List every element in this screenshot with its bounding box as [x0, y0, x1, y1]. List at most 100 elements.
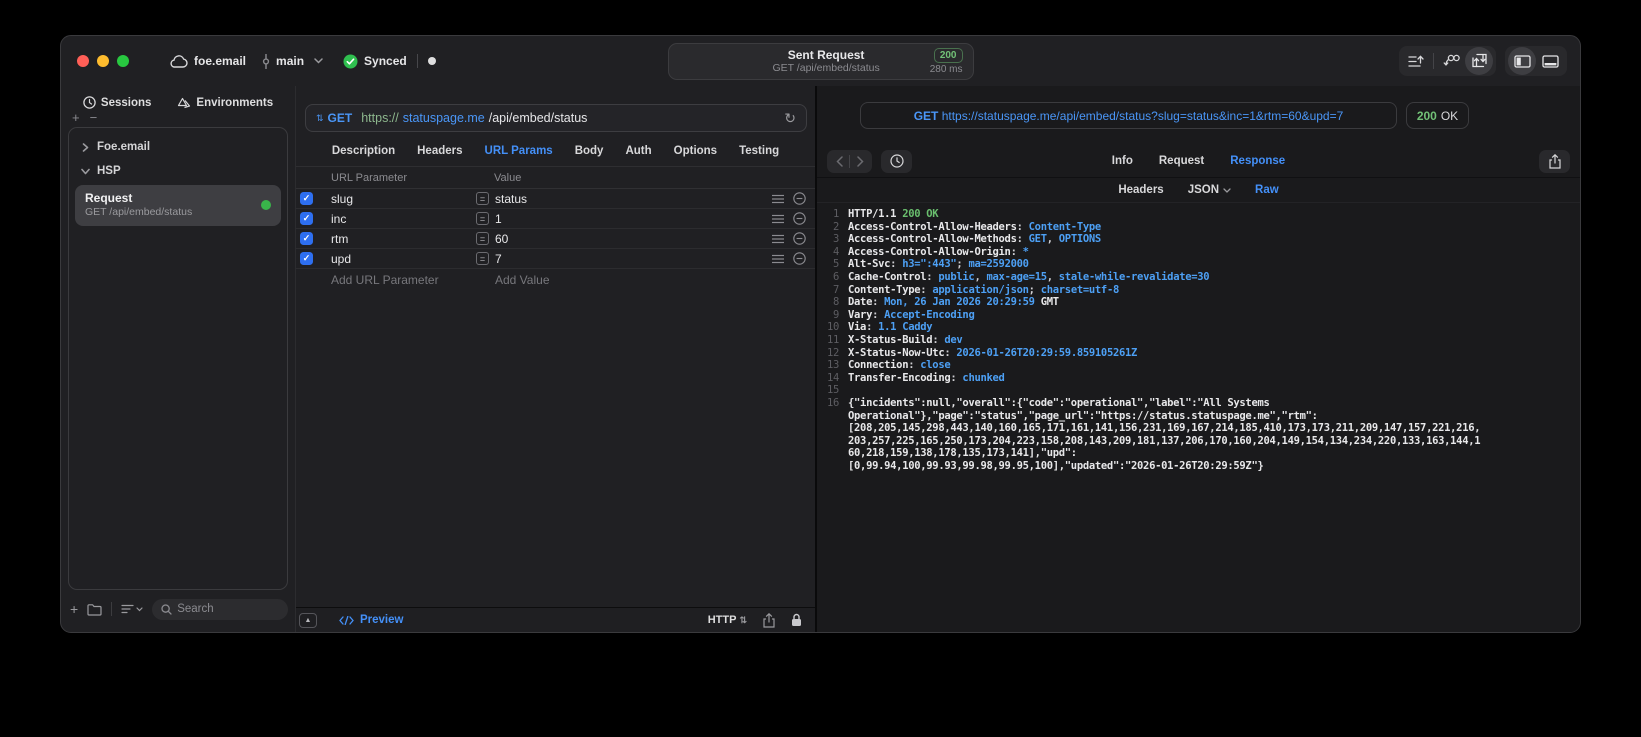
- raw-response-view[interactable]: 1 HTTP/1.1 200 OK 2 Access-Control-Allow-He…: [817, 203, 1580, 632]
- response-line: 13 Connection: close: [826, 359, 951, 372]
- response-subtab-headers[interactable]: Headers: [1118, 184, 1163, 196]
- response-line: 11 X-Status-Build: dev: [826, 333, 963, 346]
- request-tab-body[interactable]: Body: [575, 145, 604, 157]
- close-window-icon[interactable]: [77, 55, 89, 67]
- method-label: GET: [327, 111, 353, 125]
- param-remove-icon[interactable]: [793, 232, 806, 245]
- column-value: Value: [494, 171, 522, 184]
- response-line: 4 Access-Control-Allow-Origin: *: [832, 245, 1029, 258]
- response-line: [0,99.94,100,99.93,99.98,99.95,100],"upd…: [848, 459, 1264, 472]
- param-checkbox[interactable]: ✓: [300, 192, 313, 205]
- project-menu[interactable]: foe.email: [169, 54, 246, 68]
- response-line: 7 Content-Type: application/json; charset…: [832, 283, 1119, 296]
- add-request-button[interactable]: +: [72, 111, 80, 124]
- sessions-clock-icon: [83, 96, 96, 109]
- merge-branches-icon[interactable]: [1437, 47, 1465, 75]
- param-value-field[interactable]: 60: [495, 232, 772, 246]
- app-window: foe.email main Synced Sent Request GET /…: [60, 35, 1581, 633]
- export-response-icon[interactable]: [1539, 149, 1570, 173]
- toggle-left-panel-icon[interactable]: [1508, 47, 1536, 75]
- branch-icon: [262, 53, 270, 69]
- status-code-badge: 200: [933, 48, 963, 63]
- cloud-icon: [169, 54, 188, 68]
- response-tab-request[interactable]: Request: [1159, 155, 1204, 167]
- history-clock-icon[interactable]: [881, 149, 912, 173]
- param-value-field[interactable]: 7: [495, 252, 772, 266]
- param-row-inc: ✓ inc = 1: [296, 209, 815, 229]
- branch-name: main: [276, 54, 305, 68]
- sync-status[interactable]: Synced: [343, 54, 407, 69]
- param-value-field[interactable]: status: [495, 192, 772, 206]
- request-tabs: Description Headers URL Params Body Auth Opti…: [296, 145, 815, 167]
- response-panel: GET https://statuspage.me/api/embed/stat…: [815, 86, 1580, 632]
- response-line: 5 Alt-Svc: h3=":443"; ma=2592000: [832, 258, 1029, 271]
- request-tab-options[interactable]: Options: [674, 145, 717, 157]
- sort-options-icon[interactable]: [121, 604, 143, 614]
- request-tab-headers[interactable]: Headers: [417, 145, 462, 157]
- response-line: 3 Access-Control-Allow-Methods: GET, OPTI…: [832, 233, 1101, 246]
- param-checkbox[interactable]: ✓: [300, 212, 313, 225]
- minimize-window-icon[interactable]: [97, 55, 109, 67]
- history-forward-icon[interactable]: [850, 155, 870, 167]
- protocol-label: HTTP: [707, 614, 737, 626]
- add-param-row[interactable]: Add URL Parameter Add Value: [296, 269, 815, 291]
- requests-list-icon[interactable]: [1402, 47, 1430, 75]
- param-menu-icon[interactable]: [772, 214, 784, 224]
- new-item-icon[interactable]: +: [70, 602, 78, 616]
- param-menu-icon[interactable]: [772, 254, 784, 264]
- new-folder-icon[interactable]: [87, 603, 102, 616]
- expand-panel-icon[interactable]: ▲: [299, 612, 317, 628]
- sidebar-group-foe-email[interactable]: Foe.email: [73, 135, 283, 159]
- param-remove-icon[interactable]: [793, 192, 806, 205]
- sent-request-subtitle: GET /api/embed/status: [772, 62, 880, 74]
- param-value-field[interactable]: 1: [495, 212, 772, 226]
- resend-request-icon[interactable]: ↻: [784, 111, 796, 125]
- lock-icon[interactable]: [791, 613, 802, 627]
- url-bar[interactable]: ⇅ GET https://statuspage.me/api/embed/st…: [305, 104, 807, 132]
- preview-button[interactable]: Preview: [339, 614, 403, 626]
- search-input[interactable]: Search: [152, 598, 288, 620]
- param-name-field[interactable]: inc: [331, 212, 476, 226]
- traffic-lights: [77, 55, 129, 67]
- response-tab-info[interactable]: Info: [1112, 155, 1133, 167]
- toggle-bottom-panel-icon[interactable]: [1536, 47, 1564, 75]
- request-tab-testing[interactable]: Testing: [739, 145, 779, 157]
- response-status-box: 200 OK: [1406, 102, 1469, 129]
- response-line: 9 Vary: Accept-Encoding: [832, 308, 975, 321]
- project-name: foe.email: [194, 54, 247, 68]
- add-param-placeholder[interactable]: Add URL Parameter: [331, 273, 495, 287]
- response-tab-response[interactable]: Response: [1230, 155, 1285, 167]
- branch-menu[interactable]: main: [262, 53, 323, 69]
- sidebar-group-hsp[interactable]: HSP: [73, 159, 283, 183]
- request-tab-auth[interactable]: Auth: [625, 145, 651, 157]
- param-name-field[interactable]: slug: [331, 192, 476, 206]
- response-subtab-json[interactable]: JSON: [1188, 184, 1231, 196]
- sidebar-item-request[interactable]: Request GET /api/embed/status: [75, 185, 281, 226]
- remove-request-button[interactable]: −: [90, 111, 98, 124]
- history-back-icon[interactable]: [829, 155, 849, 167]
- response-subtab-raw[interactable]: Raw: [1255, 184, 1279, 196]
- param-name-field[interactable]: upd: [331, 252, 476, 266]
- param-remove-icon[interactable]: [793, 252, 806, 265]
- request-tab-description[interactable]: Description: [332, 145, 395, 157]
- response-status-text: OK: [1440, 108, 1459, 123]
- param-menu-icon[interactable]: [772, 234, 784, 244]
- tab-environments[interactable]: Environments: [177, 96, 273, 109]
- param-menu-icon[interactable]: [772, 194, 784, 204]
- success-dot-icon: [261, 200, 271, 210]
- param-checkbox[interactable]: ✓: [300, 252, 313, 265]
- share-request-icon[interactable]: [763, 612, 775, 628]
- param-checkbox[interactable]: ✓: [300, 232, 313, 245]
- sync-changes-icon[interactable]: [1465, 47, 1493, 75]
- main-content: Sessions Environments + − Foe.email HSP: [61, 86, 1580, 632]
- sent-request-url[interactable]: GET https://statuspage.me/api/embed/stat…: [860, 102, 1397, 129]
- sent-method: GET: [913, 108, 939, 123]
- add-value-placeholder[interactable]: Add Value: [495, 273, 550, 287]
- zoom-window-icon[interactable]: [117, 55, 129, 67]
- request-tab-url-params[interactable]: URL Params: [485, 145, 553, 157]
- param-remove-icon[interactable]: [793, 212, 806, 225]
- current-request-pill[interactable]: Sent Request GET /api/embed/status 200 2…: [667, 43, 974, 80]
- protocol-selector[interactable]: HTTP ⇅: [708, 614, 747, 626]
- tab-sessions[interactable]: Sessions: [83, 96, 151, 109]
- param-name-field[interactable]: rtm: [331, 232, 476, 246]
